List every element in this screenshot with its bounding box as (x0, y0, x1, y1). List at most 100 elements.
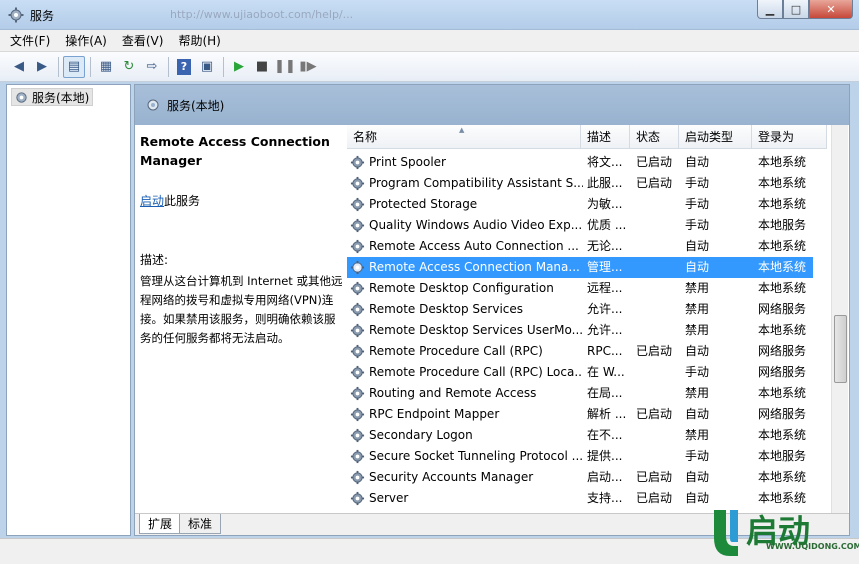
service-name: Remote Access Connection Mana... (369, 260, 580, 274)
back-button[interactable]: ◀ (8, 56, 30, 78)
restart-service-button[interactable]: ▮▶ (297, 56, 319, 78)
service-row[interactable]: RPC Endpoint Mapper 解析 ... 已启动 自动 网络服务 (347, 404, 813, 425)
menu-file[interactable]: 文件(F) (10, 32, 50, 49)
service-description: RPC... (587, 344, 623, 358)
close-button[interactable]: ✕ (809, 0, 853, 19)
service-row[interactable]: Protected Storage 为敏... 手动 本地系统 (347, 194, 813, 215)
service-row[interactable]: Remote Procedure Call (RPC) Loca... 在 W..… (347, 362, 813, 383)
export-list-button[interactable]: ⇨ (141, 56, 163, 78)
start-service-button[interactable]: ▶ (228, 56, 250, 78)
maximize-button[interactable]: □ (783, 0, 809, 19)
minimize-icon: ▁ (765, 2, 775, 16)
service-row[interactable]: Routing and Remote Access 在局... 禁用 本地系统 (347, 383, 813, 404)
service-row[interactable]: Quality Windows Audio Video Exp... 优质 ...… (347, 215, 813, 236)
tab-extended[interactable]: 扩展 (139, 514, 182, 534)
menu-help[interactable]: 帮助(H) (178, 32, 220, 49)
service-logon-as: 本地系统 (758, 260, 807, 274)
menu-action[interactable]: 操作(A) (65, 32, 107, 49)
service-status: 已启动 (636, 344, 673, 358)
service-startup-type: 自动 (685, 470, 710, 484)
service-logon-as: 本地系统 (758, 176, 807, 190)
services-pane: 服务(本地) Remote Access Connection Manager … (134, 84, 850, 536)
column-header-startup-type[interactable]: 启动类型 (679, 125, 752, 149)
start-service-suffix: 此服务 (164, 194, 201, 208)
service-startup-type: 自动 (685, 155, 710, 169)
service-name: Secure Socket Tunneling Protocol ... (369, 449, 583, 463)
minimize-button[interactable]: ▁ (757, 0, 783, 19)
refresh-icon: ↻ (123, 59, 135, 74)
service-gear-icon (350, 470, 365, 485)
service-startup-type: 自动 (685, 407, 710, 421)
service-row[interactable]: Print Spooler 将文... 已启动 自动 本地系统 (347, 152, 813, 173)
service-status (636, 320, 682, 341)
back-arrow-icon: ◀ (14, 59, 24, 74)
service-startup-type: 手动 (685, 197, 710, 211)
service-status (636, 236, 682, 257)
background-address-hint: http://www.ujiaoboot.com/help/... (170, 8, 354, 21)
service-row[interactable]: Program Compatibility Assistant S... 此服..… (347, 173, 813, 194)
pause-service-button[interactable]: ❚❚ (274, 56, 296, 78)
service-status (636, 446, 682, 467)
forward-button[interactable]: ▶ (31, 56, 53, 78)
properties-button[interactable]: ▦ (95, 56, 117, 78)
action-pane-button[interactable]: ▣ (196, 56, 218, 78)
service-gear-icon (350, 407, 365, 422)
service-startup-type: 手动 (685, 218, 710, 232)
toolbar-separator (223, 56, 224, 77)
service-description: 启动... (587, 470, 623, 484)
service-row[interactable]: Secure Socket Tunneling Protocol ... 提供..… (347, 446, 813, 467)
toolbar: ◀ ▶ ▤ ▦ ↻ ⇨ ? ▣ ▶ ■ ❚❚ ▮▶ (0, 52, 859, 82)
service-status (636, 194, 682, 215)
tree-item-services-local[interactable]: 服务(本地) (11, 88, 94, 106)
scrollbar-thumb[interactable] (834, 315, 847, 383)
menu-view[interactable]: 查看(V) (122, 32, 164, 49)
service-name: Print Spooler (369, 155, 446, 169)
selected-service-title: Remote Access Connection Manager (140, 134, 330, 168)
service-description: 无论... (587, 239, 623, 253)
service-name: Remote Desktop Services (369, 302, 524, 316)
service-row[interactable]: Secondary Logon 在不... 禁用 本地系统 (347, 425, 813, 446)
service-status (636, 215, 682, 236)
play-icon: ▶ (234, 59, 244, 74)
service-status: 已启动 (636, 407, 673, 421)
toolbar-separator (58, 56, 59, 77)
services-list: ▲ 名称 描述 状态 启动类型 登录为 Print Spooler 将文... 已启… (347, 125, 849, 513)
pause-icon: ❚❚ (274, 59, 296, 74)
service-logon-as: 网络服务 (758, 344, 807, 358)
column-header-status[interactable]: 状态 (630, 125, 679, 149)
toolbar-separator (168, 56, 169, 77)
service-description: 支持... (587, 491, 623, 505)
action-pane-icon: ▣ (200, 59, 214, 74)
service-description: 允许... (587, 323, 623, 337)
service-description: 在不... (587, 428, 623, 442)
service-row[interactable]: Remote Procedure Call (RPC) RPC... 已启动 自动 网络… (347, 341, 813, 362)
help-button[interactable]: ? (173, 56, 195, 78)
service-startup-type: 自动 (685, 344, 710, 358)
column-header-description[interactable]: 描述 (581, 125, 630, 149)
service-description: 将文... (587, 155, 623, 169)
service-row[interactable]: Security Accounts Manager 启动... 已启动 自动 本地系统 (347, 467, 813, 488)
tab-standard[interactable]: 标准 (179, 514, 222, 534)
service-description-panel: Remote Access Connection Manager 启动此服务 描… (140, 132, 345, 348)
service-startup-type: 禁用 (685, 281, 710, 295)
service-row[interactable]: Remote Access Connection Mana... 管理... 自动 本… (347, 257, 813, 278)
service-startup-type: 自动 (685, 260, 710, 274)
service-row[interactable]: Remote Desktop Services 允许... 禁用 网络服务 (347, 299, 813, 320)
start-service-link[interactable]: 启动 (140, 194, 164, 208)
service-row[interactable]: Remote Desktop Configuration 远程... 禁用 本地系统 (347, 278, 813, 299)
column-header-name[interactable]: 名称 (347, 125, 581, 149)
service-logon-as: 本地系统 (758, 239, 807, 253)
column-header-logon-as[interactable]: 登录为 (752, 125, 827, 149)
service-gear-icon (350, 323, 365, 338)
vertical-scrollbar[interactable] (831, 125, 848, 513)
service-gear-icon (350, 239, 365, 254)
service-description: 在局... (587, 386, 623, 400)
show-hide-tree-button[interactable]: ▤ (63, 55, 85, 78)
console-tree-icon: ▤ (67, 59, 81, 74)
service-row[interactable]: Remote Access Auto Connection ... 无论... 自动… (347, 236, 813, 257)
service-row[interactable]: Remote Desktop Services UserMo... 允许... 禁用… (347, 320, 813, 341)
stop-service-button[interactable]: ■ (251, 56, 273, 78)
service-logon-as: 本地系统 (758, 323, 807, 337)
title-bar: 服务 http://www.ujiaoboot.com/help/... ▁ □… (0, 0, 859, 30)
refresh-button[interactable]: ↻ (118, 56, 140, 78)
